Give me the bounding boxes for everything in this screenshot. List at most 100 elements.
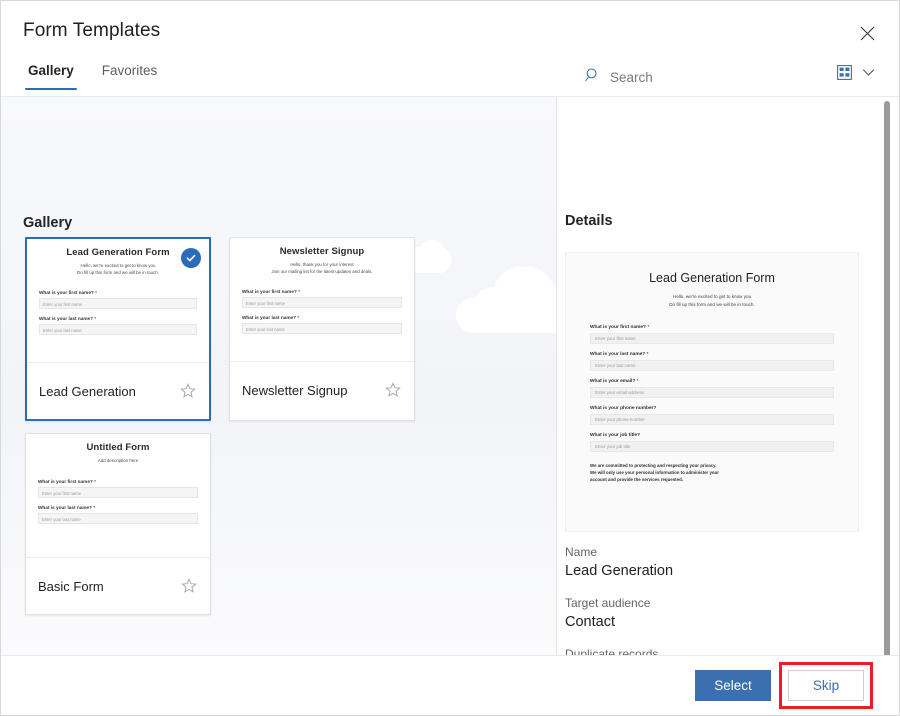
cloud-decoration [471,287,557,333]
cloud-decoration [493,267,555,323]
thumb-subtitle-line2: Join our mailing list for the latest upd… [238,269,406,276]
preview-field: What is your phone number? Enter your ph… [590,406,834,425]
select-button[interactable]: Select [695,670,771,701]
template-thumbnail: Untitled Form Add description here What … [26,434,210,558]
preview-field-input: Enter your job title [590,441,834,452]
thumb-title: Untitled Form [38,442,198,453]
thumb-field: What is your last name? * Enter your las… [39,316,197,335]
preview-subtitle: Hello, we're excited to get to know you … [590,293,834,309]
thumb-field-input: Enter your first name [38,487,198,498]
skip-button[interactable]: Skip [788,670,864,701]
preview-fields: What is your first name? * Enter your fi… [590,325,834,452]
target-audience-label: Target audience [565,596,857,610]
template-card-name: Lead Generation [39,384,136,399]
thumb-field: What is your last name? * Enter your las… [242,315,402,334]
thumb-fields: What is your first name? * Enter your fi… [242,289,402,334]
template-preview: Lead Generation Form Hello, we're excite… [565,252,859,532]
thumb-title: Lead Generation Form [39,247,197,258]
thumb-title: Newsletter Signup [242,246,402,257]
dialog-body: Gallery Lead Generation Form Hello, we'r… [1,97,899,655]
tab-gallery-label: Gallery [28,63,74,78]
thumb-subtitle-line1: Hello, thank you for your interest [238,262,406,269]
tab-favorites-label: Favorites [102,63,158,78]
tab-gallery[interactable]: Gallery [25,63,77,90]
preview-field: What is your first name? * Enter your fi… [590,325,834,344]
thumb-field-label: What is your last name? * [38,504,209,509]
search-placeholder: Search [610,70,653,85]
favorite-star-icon[interactable] [181,578,197,594]
preview-privacy-notice: We are committed to protecting and respe… [590,462,834,484]
target-audience-value: Contact [565,614,857,630]
thumb-subtitle: Add description here [34,458,202,465]
chevron-down-icon[interactable] [862,66,875,79]
template-card-basic-form[interactable]: Untitled Form Add description here What … [25,433,211,615]
search-icon [585,67,601,88]
name-value: Lead Generation [565,563,857,579]
thumb-fields: What is your first name? * Enter your fi… [38,479,198,524]
template-card-name: Basic Form [38,579,104,594]
preview-subtitle-line2: Do fill up this form and we will be in t… [590,301,834,309]
details-pane: Details Lead Generation Form Hello, we'r… [557,97,899,655]
thumb-subtitle-line1: Add description here [34,458,202,465]
thumb-field: What is your first name? * Enter your fi… [38,479,198,498]
template-thumbnail: Newsletter Signup Hello, thank you for y… [230,238,414,362]
details-metadata: Name Lead Generation Target audience Con… [565,545,857,655]
thumb-field: What is your last name? * Enter your las… [38,505,198,524]
template-card-footer: Newsletter Signup [230,362,414,418]
tab-bar: Gallery Favorites [25,63,160,90]
thumb-field-label: What is your first name? * [39,290,208,295]
thumb-fields: What is your first name? * Enter your fi… [39,290,197,335]
template-card-footer: Lead Generation [27,363,209,419]
thumb-field: What is your first name? * Enter your fi… [39,290,197,309]
thumb-field-input: Enter your first name [39,298,197,309]
thumb-subtitle-line2: Do fill up this form and we will be in t… [35,270,201,277]
thumb-field: What is your first name? * Enter your fi… [242,289,402,308]
template-card-newsletter-signup[interactable]: Newsletter Signup Hello, thank you for y… [229,237,415,421]
gallery-pane: Gallery Lead Generation Form Hello, we'r… [1,97,557,655]
preview-field-input: Enter your phone number [590,414,834,425]
grid-view-icon[interactable] [837,65,852,80]
privacy-line3: account and provide the services request… [590,476,834,483]
thumb-field-input: Enter your last name [38,513,198,524]
thumb-field-label: What is your first name? * [38,478,209,483]
preview-field-label: What is your last name? * [590,352,834,357]
preview-title: Lead Generation Form [590,271,834,285]
preview-field-label: What is your job title? [590,433,834,438]
preview-field: What is your last name? * Enter your las… [590,352,834,371]
tab-favorites[interactable]: Favorites [99,63,161,90]
details-scrollbar[interactable] [881,97,893,655]
preview-field-label: What is your email? * [590,379,834,384]
favorite-star-icon[interactable] [180,383,196,399]
preview-field-label: What is your phone number? [590,406,834,411]
view-controls [837,65,875,80]
dialog-header: Form Templates Gallery Favorites Search [1,1,899,97]
template-card-lead-generation[interactable]: Lead Generation Form Hello, we're excite… [25,237,211,421]
favorite-star-icon[interactable] [385,382,401,398]
dialog-footer: Select Skip [1,655,899,715]
preview-field-label: What is your first name? * [590,325,834,330]
dialog-title: Form Templates [23,20,160,42]
selected-check-icon [181,248,201,268]
preview-subtitle-line1: Hello, we're excited to get to know you [590,293,834,301]
thumb-field-input: Enter your last name [242,323,402,334]
privacy-line1: We are committed to protecting and respe… [590,462,834,469]
name-label: Name [565,545,857,559]
close-icon[interactable] [853,19,881,47]
thumb-field-label: What is your first name? * [242,289,413,294]
preview-field-input: Enter your first name [590,333,834,344]
thumb-subtitle-line1: Hello, we're excited to get to know you [35,263,201,270]
privacy-line2: We will only use your personal informati… [590,469,834,476]
search-input[interactable]: Search [585,67,653,88]
thumb-field-label: What is your last name? * [39,316,208,321]
thumb-field-input: Enter your last name [39,324,197,335]
cloud-decoration [456,297,502,333]
details-scrollbar-thumb[interactable] [884,101,890,655]
thumb-field-label: What is your last name? * [242,315,413,320]
thumb-subtitle: Hello, thank you for your interest Join … [238,262,406,276]
preview-field: What is your job title? Enter your job t… [590,433,834,452]
skip-button-highlight: Skip [779,662,873,709]
template-card-grid: Lead Generation Form Hello, we're excite… [25,237,445,615]
preview-field-input: Enter your last name [590,360,834,371]
form-templates-dialog: Form Templates Gallery Favorites Search [0,0,900,716]
template-card-footer: Basic Form [26,558,210,614]
